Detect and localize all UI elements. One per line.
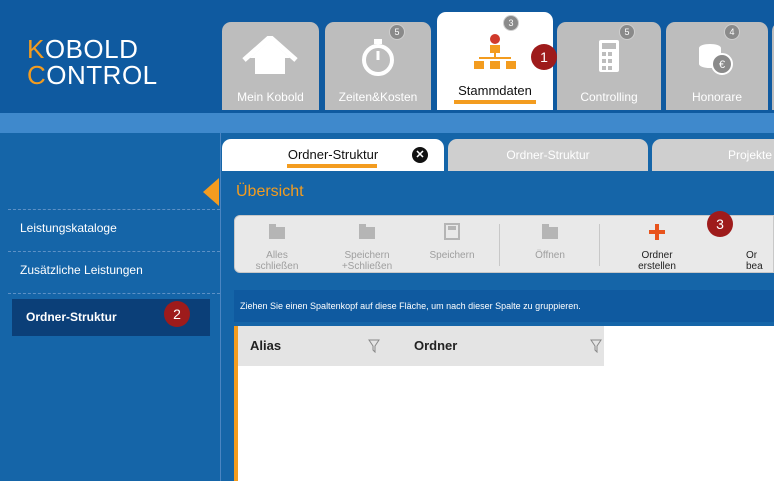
sidebar-item-label: Leistungskataloge [20,221,117,235]
subtab-label: Projekte [728,148,773,162]
sidebar-item-zusaetzliche-leistungen[interactable]: Zusätzliche Leistungen [8,251,220,288]
button-label: Speichern [344,250,390,261]
button-label: +Schließen [341,261,393,272]
close-icon[interactable]: ✕ [412,147,428,163]
tab-mein-kobold[interactable]: Mein Kobold [222,22,319,110]
home-icon [222,33,319,78]
folder-open-icon [511,222,589,240]
svg-text:€: € [719,59,725,71]
sidebar-divider [8,293,220,295]
column-header-alias[interactable]: Alias [250,326,281,366]
tab-label: Controlling [580,90,638,104]
logo-letter: C [27,60,47,90]
sidebar-item-label: Zusätzliche Leistungen [20,263,143,277]
calculator-icon [557,36,661,78]
annotation-marker-2: 2 [164,301,190,327]
button-label: Speichern [429,250,475,261]
sidebar-pointer-arrow [203,178,219,206]
folder-save-icon [323,222,411,240]
button-label: bea [746,261,763,272]
button-label: Or [746,250,758,261]
header-bottom-bar [0,113,774,133]
logo-text: ONTROL [46,60,158,90]
count-badge: 3 [503,15,519,31]
plus-icon [617,222,697,240]
tab-label: Mein Kobold [237,90,304,104]
subtab-ordner-struktur-active[interactable]: Ordner-Struktur ✕ [222,139,444,171]
subtab-label: Ordner-Struktur [506,148,590,162]
button-label: schließen [255,261,299,272]
toolbar-separator [499,224,500,266]
stopwatch-icon [325,36,431,78]
column-header-ordner[interactable]: Ordner [414,326,457,366]
button-label: Öffnen [535,250,565,261]
tab-honorare[interactable]: 4 € Honorare [666,22,768,110]
save-close-button[interactable]: Speichern +Schließen [323,216,411,272]
save-icon [415,222,489,240]
folder-close-icon [239,222,315,240]
toolbar-separator [599,224,600,266]
grid-accent-bar [234,326,238,481]
save-button[interactable]: Speichern [415,216,489,272]
page-title: Übersicht [236,183,304,200]
button-label: Alles [266,250,288,261]
logo: KOBOLD CONTROL [27,36,158,88]
filter-icon[interactable] [590,339,602,354]
annotation-marker-1: 1 [531,44,557,70]
button-label: erstellen [638,261,676,272]
header: KOBOLD CONTROL Mein Kobold 5 Zeiten&Kost… [0,0,774,113]
active-subtab-underline [287,164,377,168]
app-window: KOBOLD CONTROL Mein Kobold 5 Zeiten&Kost… [0,0,774,481]
grid-header: Alias Ordner [238,326,604,366]
toolbar: Alles schließen Speichern +Schließen Speic… [234,215,774,273]
active-tab-underline [454,100,536,104]
tab-label: Honorare [691,90,743,104]
edit-folder-button[interactable]: Or bea [740,216,774,272]
sidebar-item-leistungskataloge[interactable]: Leistungskataloge [8,209,220,246]
coins-icon: € [666,36,768,78]
subtab-projekte[interactable]: Projekte [652,139,774,171]
data-grid: Alias Ordner [234,326,774,481]
close-all-button[interactable]: Alles schließen [239,216,315,272]
subtab-label: Ordner-Struktur [287,147,379,162]
create-folder-button[interactable]: Ordner erstellen [617,216,697,272]
button-label: Ordner [641,250,673,261]
tab-zeiten-kosten[interactable]: 5 Zeiten&Kosten [325,22,431,110]
open-button[interactable]: Öffnen [511,216,589,272]
filter-icon[interactable] [368,339,380,354]
group-by-drop-zone[interactable]: Ziehen Sie einen Spaltenkopf auf diese F… [234,290,774,322]
tab-label: Zeiten&Kosten [338,90,418,104]
subtab-ordner-struktur[interactable]: Ordner-Struktur [448,139,648,171]
tab-controlling[interactable]: 5 Controlling [557,22,661,110]
annotation-marker-3: 3 [707,211,733,237]
sidebar-item-label: Ordner-Struktur [26,310,117,324]
sidebar-divider-line [220,133,221,481]
tab-label: Stammdaten [458,83,532,98]
